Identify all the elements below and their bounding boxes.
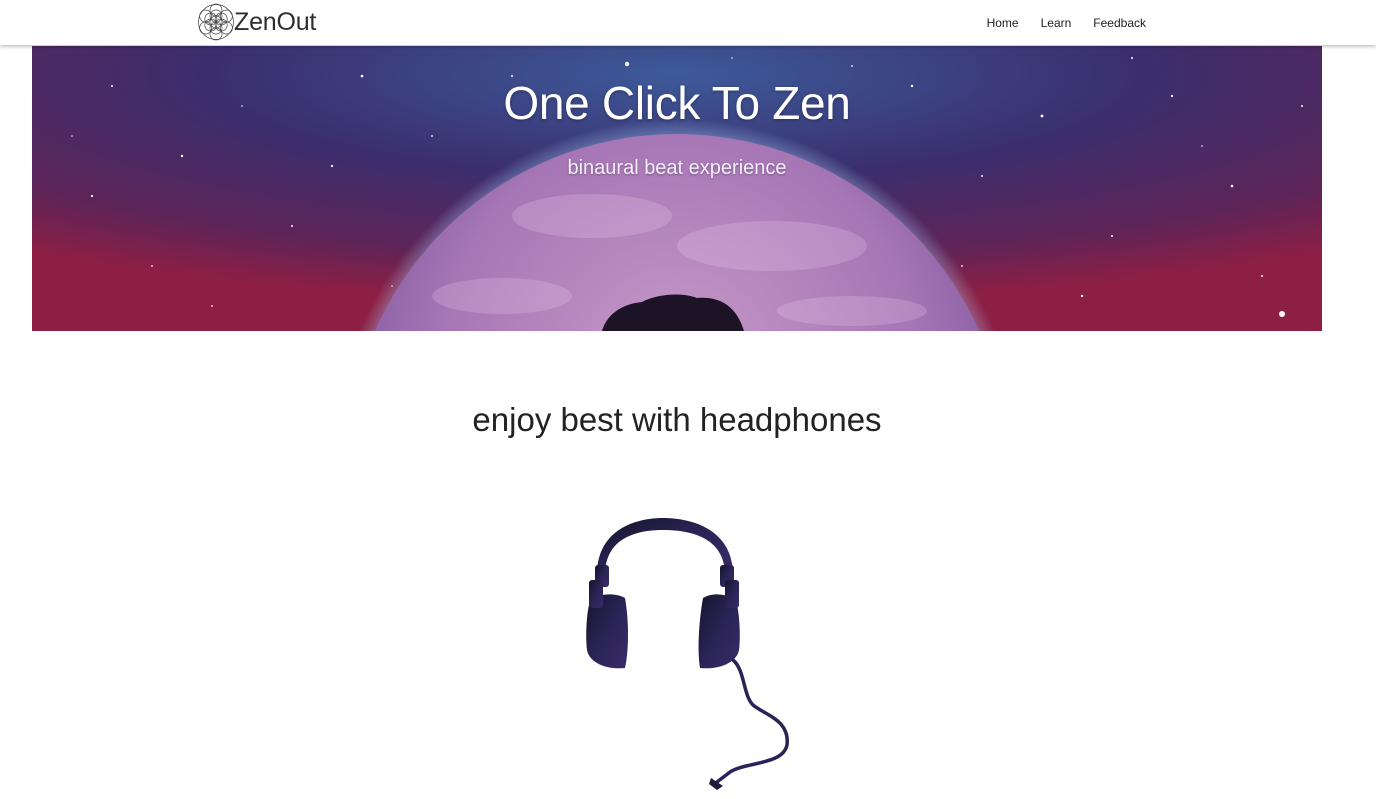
headphones-heading: enjoy best with headphones: [472, 401, 882, 438]
flower-of-life-icon: [198, 3, 234, 41]
hero-banner: One Click To Zen binaural beat experienc…: [32, 46, 1322, 331]
headphones-icon: [586, 518, 789, 790]
brand-link[interactable]: ZenOut: [197, 3, 316, 41]
nav-link-home[interactable]: Home: [987, 16, 1019, 30]
top-navbar: ZenOut Home Learn Feedback: [0, 0, 1376, 45]
nav-links: Home Learn Feedback: [965, 0, 1146, 45]
nav-link-feedback[interactable]: Feedback: [1093, 16, 1146, 30]
hero-subtitle: binaural beat experience: [567, 157, 787, 179]
hero-title: One Click To Zen: [503, 77, 851, 129]
nav-link-learn[interactable]: Learn: [1041, 16, 1072, 30]
brand-name: ZenOut: [234, 7, 317, 36]
